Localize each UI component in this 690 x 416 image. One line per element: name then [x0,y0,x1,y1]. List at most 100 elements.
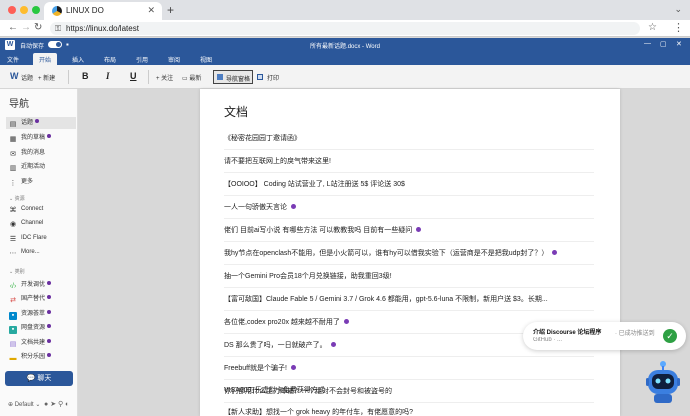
print-button[interactable]: 打印 [267,73,279,82]
browser-tab[interactable]: LINUX DO ✕ [44,2,162,20]
follow-button[interactable]: + 关注 [156,73,173,82]
nav-pane-button[interactable]: 导航窗格 [213,70,253,84]
topic-row[interactable]: 佬们 目前ai写小说 有哪些方法 可以教教我吗 目前有一些疑问 [224,219,594,242]
maximize-window-button[interactable] [32,6,40,14]
topic-title[interactable]: 【新人求助】想找一个 grok heavy 的年付车，有佬愿意的吗? [224,409,413,416]
topic-row[interactable]: Freebuff就是个骗子! [224,357,594,380]
sidebar-item-connect[interactable]: ⌘ Connect [9,206,75,218]
link-icon[interactable]: ⚲ [58,401,63,408]
topic-row[interactable]: 《秘密花园园丁邀请函》 [224,127,594,150]
sidebar-item-more-resources[interactable]: ⋯ More... [9,249,75,261]
word-small-icon: W [10,71,19,81]
check-icon: ✓ [663,329,677,343]
toolbar-divider [148,70,149,84]
topic-button[interactable]: 话题 [21,73,33,82]
bold-button[interactable]: B [82,71,89,81]
telegram-icon[interactable]: ➤ [50,401,56,408]
cloud-icon: ▪ [9,326,17,334]
sidebar-item-resources-hub[interactable]: ▪ 资源荟萃 [9,308,75,320]
sidebar-item-dev[interactable]: ‹/› 开发调优 [9,279,75,291]
sidebar-item-messages[interactable]: ✉ 我的消息 [9,147,75,159]
sidebar-item-more[interactable]: ⋮ 更多 [9,176,75,188]
topic-row[interactable]: 【OOIOO】 Coding 站试营业了, L站注册送 5$ 评论送 30$ [224,173,594,196]
channel-icon: ◉ [9,221,17,228]
robot-mascot-icon[interactable] [644,358,682,406]
underline-button[interactable]: U [130,71,137,81]
topic-row[interactable]: 请不要把互联网上的戾气带来这里! [224,150,594,173]
restore-icon[interactable]: ▢ [660,40,667,48]
back-icon[interactable]: ← [8,22,18,33]
reload-icon[interactable]: ↻ [34,22,42,33]
tab-layout[interactable]: 布局 [104,55,116,64]
url-field[interactable]: ⚿ https://linux.do/latest [50,22,640,35]
topic-title[interactable]: Freebuff就是个骗子! [224,365,287,372]
topic-title[interactable]: 我hy节点在openclash不能用，但是小火箭可以，谁有hy可以借我实验下（运… [224,250,548,257]
browser-tab-bar: LINUX DO ✕ + ⌄ [0,0,690,20]
connect-icon: ⌘ [9,207,17,214]
notification-toast[interactable]: 介绍 Discourse 论坛程序 · 已成功推送到 GitHub · ... … [523,322,686,350]
topic-title[interactable]: 【OOIOO】 Coding 站试营业了, L站注册送 5$ 评论送 30$ [224,181,405,188]
new-topic-button[interactable]: + 新建 [38,73,55,82]
theme-selector[interactable]: ⊕ Default ⌄ [8,401,40,408]
topic-row[interactable]: 一人一句骄傲天言论 [224,196,594,219]
nav-heading: 导航 [9,99,29,110]
topic-title[interactable]: 请不要把互联网上的戾气带来这里! [224,158,331,165]
browser-menu-icon[interactable]: ⋮ [673,21,684,34]
chat-label: 聊天 [37,375,52,382]
server-icon: ☰ [9,236,17,243]
close-window-button[interactable] [8,6,16,14]
topic-title[interactable]: VISA20刀乐虚拟卡免费获得方式 [224,387,325,394]
categories-section-label[interactable]: ⌄ 类别 [9,268,25,275]
theme-toggle-icon[interactable]: ◐ [65,401,69,408]
topic-title[interactable]: 【富可敌国】Claude Fable 5 / Gemini 3.7 / Grok… [224,296,548,303]
topic-row[interactable]: 抽一个Gemini Pro会员18个月兑换链接，助我重回3级! [224,265,594,288]
topic-row[interactable]: 【新人求助】想找一个 grok heavy 的年付车，有佬愿意的吗? [224,405,594,416]
tab-insert[interactable]: 插入 [72,55,84,64]
print-icon[interactable] [257,74,263,80]
topic-title[interactable]: 抽一个Gemini Pro会员18个月兑换链接，助我重回3级! [224,273,392,280]
sidebar-item-cloud[interactable]: ▪ 网盘资源 [9,322,75,334]
sidebar-item-label: 网盘资源 [21,325,46,331]
sidebar-item-points[interactable]: ▬ 积分乐园 [9,351,75,363]
ribbon-tabs: 文件 开始 插入 布局 引用 审阅 视图 [0,52,690,65]
url-text[interactable]: https://linux.do/latest [66,24,139,33]
sidebar-item-drafts[interactable]: ▦ 我的草稿 [9,132,75,144]
sidebar-item-domestic[interactable]: ⇄ 国产替代 [9,293,75,305]
topic-row[interactable]: 我hy节点在openclash不能用，但是小火箭可以，谁有hy可以借我实验下（运… [224,242,594,265]
tab-view[interactable]: 视图 [200,55,212,64]
unread-dot [47,353,52,357]
sidebar-item-idc-flare[interactable]: ☰ IDC Flare [9,235,75,247]
sidebar-item-topics[interactable]: ▤ 话题 [6,117,76,129]
tab-home[interactable]: 开始 [33,53,58,65]
minimize-icon[interactable]: — [644,40,651,47]
unread-dot [416,227,422,232]
topic-title[interactable]: 佬们 目前ai写小说 有哪些方法 可以教教我吗 目前有一些疑问 [224,227,412,234]
topic-row[interactable]: 【富可敌国】Claude Fable 5 / Gemini 3.7 / Grok… [224,288,594,311]
tab-references[interactable]: 引用 [136,55,148,64]
topic-title[interactable]: DS 那么贵了吗，一日就破产了。 [224,342,327,349]
topic-title[interactable]: 各位佬,codex pro20x 越来越不耐用了 [224,319,340,326]
close-icon[interactable]: ✕ [676,40,682,48]
bookmark-star-icon[interactable]: ☆ [648,22,657,33]
chevron-down-icon[interactable]: ⌄ [674,4,682,15]
forward-icon[interactable]: → [21,22,31,33]
sidebar-item-activity[interactable]: ▥ 近期活动 [9,161,75,173]
new-tab-button[interactable]: + [167,3,174,17]
more-dots-icon: ⋯ [9,250,17,257]
resources-section-label[interactable]: ⌄ 资源 [9,195,25,202]
unread-dot [47,339,52,343]
toast-subtitle: GitHub · ... [533,337,563,343]
tab-close-icon[interactable]: ✕ [147,5,155,16]
topic-title[interactable]: 一人一句骄傲天言论 [224,204,287,211]
sidebar-item-channel[interactable]: ◉ Channel [9,220,75,232]
sidebar-item-docs[interactable]: ▤ 文档共建 [9,337,75,349]
tab-review[interactable]: 审阅 [168,55,180,64]
topic-title[interactable]: 《秘密花园园丁邀请函》 [224,135,301,142]
latest-button[interactable]: ▭ 最新 [182,73,201,82]
minimize-window-button[interactable] [20,6,28,14]
chat-button[interactable]: 💬 聊天 [5,371,73,386]
tab-file[interactable]: 文件 [7,55,19,64]
italic-button[interactable]: I [106,71,110,81]
github-icon[interactable]: ● [44,401,48,408]
resources-label: 资源 [14,196,25,202]
